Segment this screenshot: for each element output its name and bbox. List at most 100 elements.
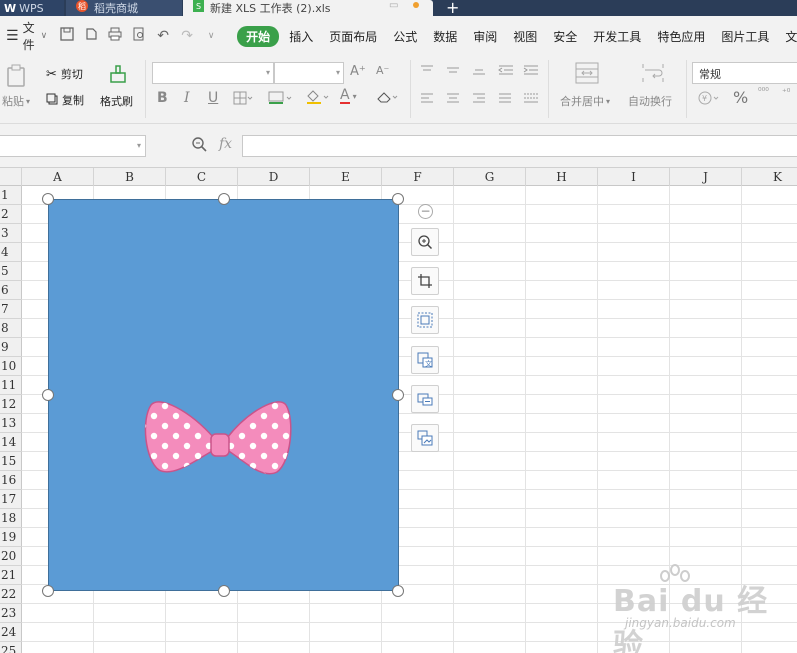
column-header[interactable]: J	[670, 168, 742, 186]
row-header[interactable]: 5	[0, 262, 22, 281]
column-header[interactable]: D	[238, 168, 310, 186]
tab-docer-store[interactable]: 稻 稻壳商城	[66, 0, 182, 16]
resize-handle-top-right[interactable]	[392, 193, 404, 205]
tab-data[interactable]: 数据	[425, 28, 465, 45]
resize-handle-left[interactable]	[42, 389, 54, 401]
redo-icon[interactable]: ↷	[179, 28, 195, 44]
cut-button[interactable]: ✂ 剪切	[46, 66, 83, 82]
row-header[interactable]: 21	[0, 566, 22, 585]
tab-document[interactable]: S 新建 XLS 工作表 (2).xls ▭	[183, 0, 433, 16]
resize-handle-top-left[interactable]	[42, 193, 54, 205]
select-all-corner[interactable]	[0, 168, 22, 186]
collapse-toolbar-button[interactable]: −	[418, 204, 433, 219]
resize-handle-bottom-left[interactable]	[42, 585, 54, 597]
distributed-icon[interactable]	[523, 92, 539, 104]
align-left-icon[interactable]	[420, 92, 434, 104]
save-icon[interactable]	[59, 27, 75, 45]
row-header[interactable]: 18	[0, 509, 22, 528]
row-header[interactable]: 13	[0, 414, 22, 433]
name-box[interactable]: ▾	[0, 135, 146, 157]
copy-button[interactable]: 复制	[46, 92, 84, 108]
row-header[interactable]: 10	[0, 357, 22, 376]
export-pdf-icon[interactable]	[83, 27, 99, 45]
column-header[interactable]: K	[742, 168, 797, 186]
selected-picture[interactable]	[42, 193, 404, 597]
tab-more[interactable]: 文	[777, 28, 797, 45]
increase-decimal-icon[interactable]: ⁺⁰	[782, 88, 790, 98]
number-format-select[interactable]: 常规	[692, 62, 797, 84]
tab-formulas[interactable]: 公式	[385, 28, 425, 45]
row-header[interactable]: 6	[0, 281, 22, 300]
print-preview-icon[interactable]	[131, 27, 147, 45]
thousands-separator-icon[interactable]: ⁰⁰⁰	[758, 88, 769, 97]
paste-icon[interactable]	[6, 64, 28, 88]
fill-color-icon[interactable]	[305, 89, 331, 105]
font-color-button[interactable]: A ▾	[340, 88, 357, 104]
row-header[interactable]: 22	[0, 585, 22, 604]
tab-developer[interactable]: 开发工具	[585, 28, 649, 45]
row-header[interactable]: 23	[0, 604, 22, 623]
resize-handle-top[interactable]	[218, 193, 230, 205]
column-header[interactable]: E	[310, 168, 382, 186]
tab-security[interactable]: 安全	[545, 28, 585, 45]
compress-image-icon[interactable]	[411, 385, 439, 413]
row-header[interactable]: 4	[0, 243, 22, 262]
undo-icon[interactable]: ↶	[155, 28, 171, 44]
merge-center-button[interactable]: 合并居中 ▾	[560, 93, 610, 109]
row-header[interactable]: 11	[0, 376, 22, 395]
wrap-text-icon[interactable]	[641, 62, 665, 84]
chevron-down-icon[interactable]: ∨	[203, 31, 219, 41]
row-header[interactable]: 20	[0, 547, 22, 566]
tab-view[interactable]: 视图	[505, 28, 545, 45]
cell-style-icon[interactable]	[268, 91, 294, 105]
row-header[interactable]: 3	[0, 224, 22, 243]
grow-font-button[interactable]: A⁺	[350, 64, 366, 79]
row-header[interactable]: 15	[0, 452, 22, 471]
row-header[interactable]: 12	[0, 395, 22, 414]
tab-insert[interactable]: 插入	[281, 28, 321, 45]
increase-indent-icon[interactable]	[523, 64, 539, 76]
italic-button[interactable]: I	[184, 90, 190, 106]
tab-page-layout[interactable]: 页面布局	[321, 28, 385, 45]
currency-icon[interactable]: ¥	[698, 91, 722, 105]
formula-input[interactable]	[242, 135, 797, 157]
image-select-icon[interactable]	[411, 306, 439, 334]
justify-icon[interactable]	[498, 92, 512, 104]
decrease-indent-icon[interactable]	[498, 64, 514, 76]
image-text-icon[interactable]: 文	[411, 346, 439, 374]
column-header[interactable]: F	[382, 168, 454, 186]
underline-button[interactable]: U	[208, 90, 218, 106]
file-menu[interactable]: ☰ 文件 ∨	[6, 19, 47, 53]
row-header[interactable]: 16	[0, 471, 22, 490]
resize-handle-right[interactable]	[392, 389, 404, 401]
align-top-icon[interactable]	[420, 64, 434, 76]
row-header[interactable]: 2	[0, 205, 22, 224]
new-tab-button[interactable]: +	[446, 0, 459, 16]
borders-icon[interactable]	[233, 91, 253, 105]
wrap-text-button[interactable]: 自动换行	[628, 93, 672, 109]
zoom-formula-icon[interactable]	[192, 137, 208, 157]
zoom-in-icon[interactable]	[411, 228, 439, 256]
font-name-select[interactable]: ▾	[152, 62, 274, 84]
row-header[interactable]: 1	[0, 186, 22, 205]
eraser-icon[interactable]	[376, 90, 400, 104]
row-header[interactable]: 7	[0, 300, 22, 319]
column-header[interactable]: H	[526, 168, 598, 186]
row-header[interactable]: 14	[0, 433, 22, 452]
format-painter-button[interactable]: 格式刷	[100, 93, 133, 109]
row-header[interactable]: 8	[0, 319, 22, 338]
replace-image-icon[interactable]	[411, 424, 439, 452]
percent-button[interactable]: %	[733, 88, 748, 107]
column-header[interactable]: G	[454, 168, 526, 186]
tab-review[interactable]: 审阅	[465, 28, 505, 45]
align-center-icon[interactable]	[446, 92, 460, 104]
column-header[interactable]: B	[94, 168, 166, 186]
row-header[interactable]: 25	[0, 642, 22, 653]
align-middle-icon[interactable]	[446, 64, 460, 76]
column-header[interactable]: C	[166, 168, 238, 186]
column-header[interactable]: A	[22, 168, 94, 186]
row-header[interactable]: 9	[0, 338, 22, 357]
tab-wps[interactable]: W WPS	[0, 0, 64, 16]
insert-function-button[interactable]: fx	[219, 136, 232, 152]
resize-handle-bottom-right[interactable]	[392, 585, 404, 597]
